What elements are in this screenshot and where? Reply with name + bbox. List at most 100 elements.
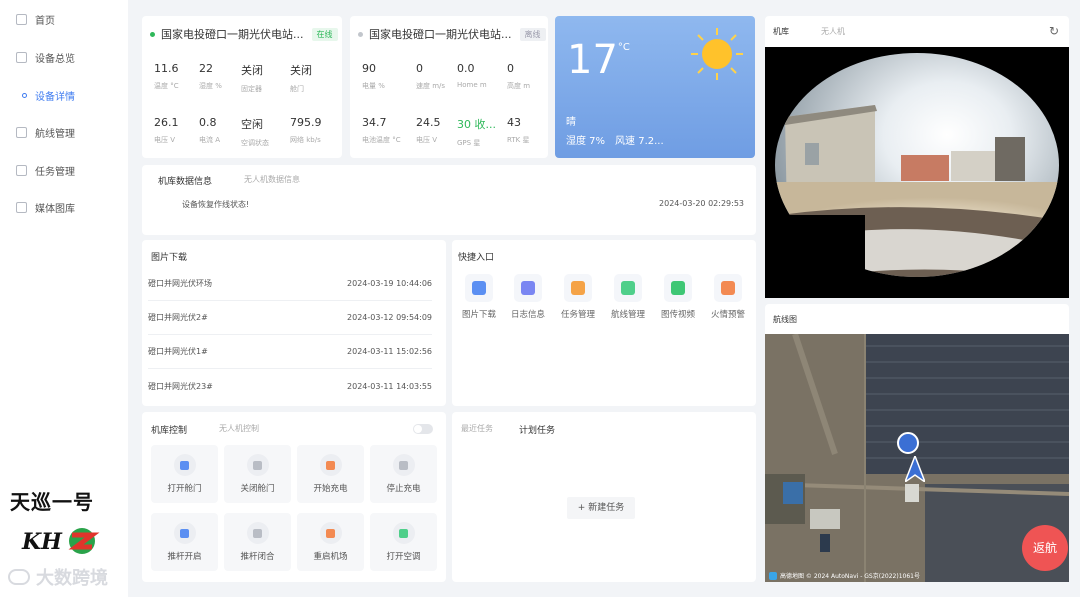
home-icon (16, 14, 27, 25)
weather-card: 17 °C 晴 湿度 7% 风速 7.2... (555, 16, 755, 158)
brand-logo-text: 天巡一号 (10, 490, 94, 514)
metric-temperature: 11.6 温度 °C (154, 62, 179, 90)
charge-icon (326, 460, 335, 470)
route-map-panel: 航线图 高德地图 © 2024 AutoNavi - GS京(2022)1061… (765, 304, 1069, 582)
task-panel: 最近任务 计划任务 + 新建任务 (452, 412, 756, 582)
route-map-icon (621, 281, 635, 295)
metric-fixer: 关闭 固定器 (241, 64, 263, 93)
push-rod-close-icon (253, 528, 262, 538)
list-item[interactable]: 磴口并网光伏2# 2024-03-12 09:54:09 (148, 301, 432, 335)
close-hatch-button[interactable]: 关闭舱门 (224, 445, 291, 503)
metric-hatch: 关闭 舱门 (290, 64, 312, 93)
restart-dock-button[interactable]: 重启机场 (297, 513, 364, 571)
tab-dock-camera[interactable]: 机库 (773, 26, 789, 37)
camera-panel: 机库 无人机 ↻ (765, 16, 1069, 298)
weather-details: 湿度 7% 风速 7.2... (566, 136, 664, 147)
quick-log-info[interactable]: 日志信息 (506, 274, 550, 320)
status-badge: 在线 (311, 27, 338, 41)
weather-condition: 晴 (566, 117, 576, 128)
tab-planned-tasks[interactable]: 计划任务 (519, 423, 555, 436)
drone-title: 国家电投磴口一期光伏电站... (369, 28, 512, 41)
sidebar-item-device-detail[interactable]: 设备详情 (22, 88, 75, 103)
task-icon (16, 165, 27, 176)
map-attribution: 高德地图 © 2024 AutoNavi - GS京(2022)1061号 (769, 571, 920, 580)
message-panel: 机库数据信息 无人机数据信息 设备恢复作线状态! 2024-03-20 02:2… (142, 165, 756, 235)
drone-status-card: 国家电投磴口一期光伏电站... 离线 90 电量 % 0 速度 m/s 0.0 Home… (350, 16, 548, 158)
image-download-panel: 图片下载 磴口并网光伏环场 2024-03-19 10:44:06 磴口并网光伏2… (142, 240, 446, 406)
dock-title: 国家电投磴口一期光伏电站... (161, 28, 304, 41)
image-icon (16, 202, 27, 213)
metric-battery: 90 电量 % (362, 62, 385, 90)
section-title: 航线图 (773, 315, 797, 324)
sidebar-item-device-overview[interactable]: 设备总览 (16, 50, 75, 65)
air-conditioner-icon (399, 528, 408, 538)
quick-video-stream[interactable]: 图传视频 (656, 274, 700, 320)
push-rod-open-button[interactable]: 推杆开启 (151, 513, 218, 571)
tab-drone-camera[interactable]: 无人机 (821, 26, 845, 37)
log-icon (521, 281, 535, 295)
tab-dock-control[interactable]: 机库控制 (151, 423, 187, 436)
metric-ac-status: 空闲 空调状态 (241, 118, 269, 147)
chat-bubble-icon (8, 569, 30, 585)
refresh-icon[interactable]: ↻ (1049, 24, 1059, 38)
quick-fire-alert[interactable]: 火情预警 (706, 274, 750, 320)
satellite-map[interactable]: 高德地图 © 2024 AutoNavi - GS京(2022)1061号 返航 (765, 334, 1069, 582)
sidebar: 首页 设备总览 设备详情 航线管理 任务管理 媒体图库 天巡一号 KH 大数跨境 (0, 0, 128, 597)
list-item[interactable]: 磴口并网光伏1# 2024-03-11 15:02:56 (148, 335, 432, 369)
sidebar-item-media[interactable]: 媒体图库 (16, 200, 75, 215)
metric-network: 795.9 网络 kb/s (290, 116, 322, 144)
online-dot-icon (150, 31, 155, 37)
sidebar-item-tasks[interactable]: 任务管理 (16, 163, 75, 178)
start-charge-button[interactable]: 开始充电 (297, 445, 364, 503)
ac-on-button[interactable]: 打开空调 (370, 513, 437, 571)
new-task-button[interactable]: + 新建任务 (567, 497, 635, 519)
weather-temperature: 17 °C (567, 37, 630, 83)
charge-off-icon (399, 460, 408, 470)
lock-open-icon (180, 460, 189, 470)
navigation-arrow-icon (905, 456, 925, 482)
image-download-icon (472, 281, 486, 295)
list-item[interactable]: 磴口并网光伏23# 2024-03-11 14:03:55 (148, 369, 432, 403)
metric-home-distance: 0.0 Home m (457, 62, 487, 89)
restart-icon (326, 528, 335, 538)
video-play-icon (671, 281, 685, 295)
tab-drone-data[interactable]: 无人机数据信息 (244, 174, 300, 187)
sun-icon (691, 28, 743, 80)
return-home-button[interactable]: 返航 (1022, 525, 1068, 571)
list-item[interactable]: 磴口并网光伏环场 2024-03-19 10:44:06 (148, 267, 432, 301)
stop-charge-button[interactable]: 停止充电 (370, 445, 437, 503)
amap-logo-icon (769, 571, 777, 580)
brand-logo: 天巡一号 KH (10, 486, 120, 563)
quick-route-manage[interactable]: 航线管理 (606, 274, 650, 320)
metric-battery-temp: 34.7 电池温度 °C (362, 116, 401, 144)
message-time: 2024-03-20 02:29:53 (659, 199, 744, 208)
sidebar-item-routes[interactable]: 航线管理 (16, 125, 75, 140)
route-icon (16, 127, 27, 138)
quick-image-download[interactable]: 图片下载 (457, 274, 501, 320)
section-title: 快捷入口 (458, 253, 495, 263)
svg-text:KH: KH (21, 529, 63, 555)
push-rod-close-button[interactable]: 推杆闭合 (224, 513, 291, 571)
offline-dot-icon (358, 31, 363, 37)
quick-entry-panel: 快捷入口 图片下载 日志信息 任务管理 航线管理 图传视频 火情预警 (452, 240, 756, 406)
metric-rtk: 43 RTK 星 (507, 116, 530, 144)
grid-icon (16, 52, 27, 63)
fire-icon (721, 281, 735, 295)
section-title: 图片下载 (151, 253, 188, 263)
task-check-icon (571, 281, 585, 295)
sidebar-item-home[interactable]: 首页 (16, 12, 55, 27)
control-toggle[interactable] (413, 424, 433, 434)
lock-icon (253, 460, 262, 470)
quick-task-manage[interactable]: 任务管理 (556, 274, 600, 320)
tab-recent-tasks[interactable]: 最近任务 (461, 423, 493, 436)
open-hatch-button[interactable]: 打开舱门 (151, 445, 218, 503)
bullet-icon (22, 93, 27, 98)
message-text: 设备恢复作线状态! (182, 200, 250, 209)
tab-dock-data[interactable]: 机库数据信息 (158, 174, 212, 187)
status-badge: 离线 (519, 27, 546, 41)
fisheye-view (765, 53, 1059, 298)
camera-feed (765, 47, 1069, 298)
dock-status-card: 国家电投磴口一期光伏电站... 在线 11.6 温度 °C 22 湿度 % 关闭 固定器… (142, 16, 342, 158)
dock-control-panel: 机库控制 无人机控制 打开舱门 关闭舱门 开始充电 停止充电 推杆开启 推杆闭合… (142, 412, 446, 582)
tab-drone-control[interactable]: 无人机控制 (219, 423, 259, 436)
